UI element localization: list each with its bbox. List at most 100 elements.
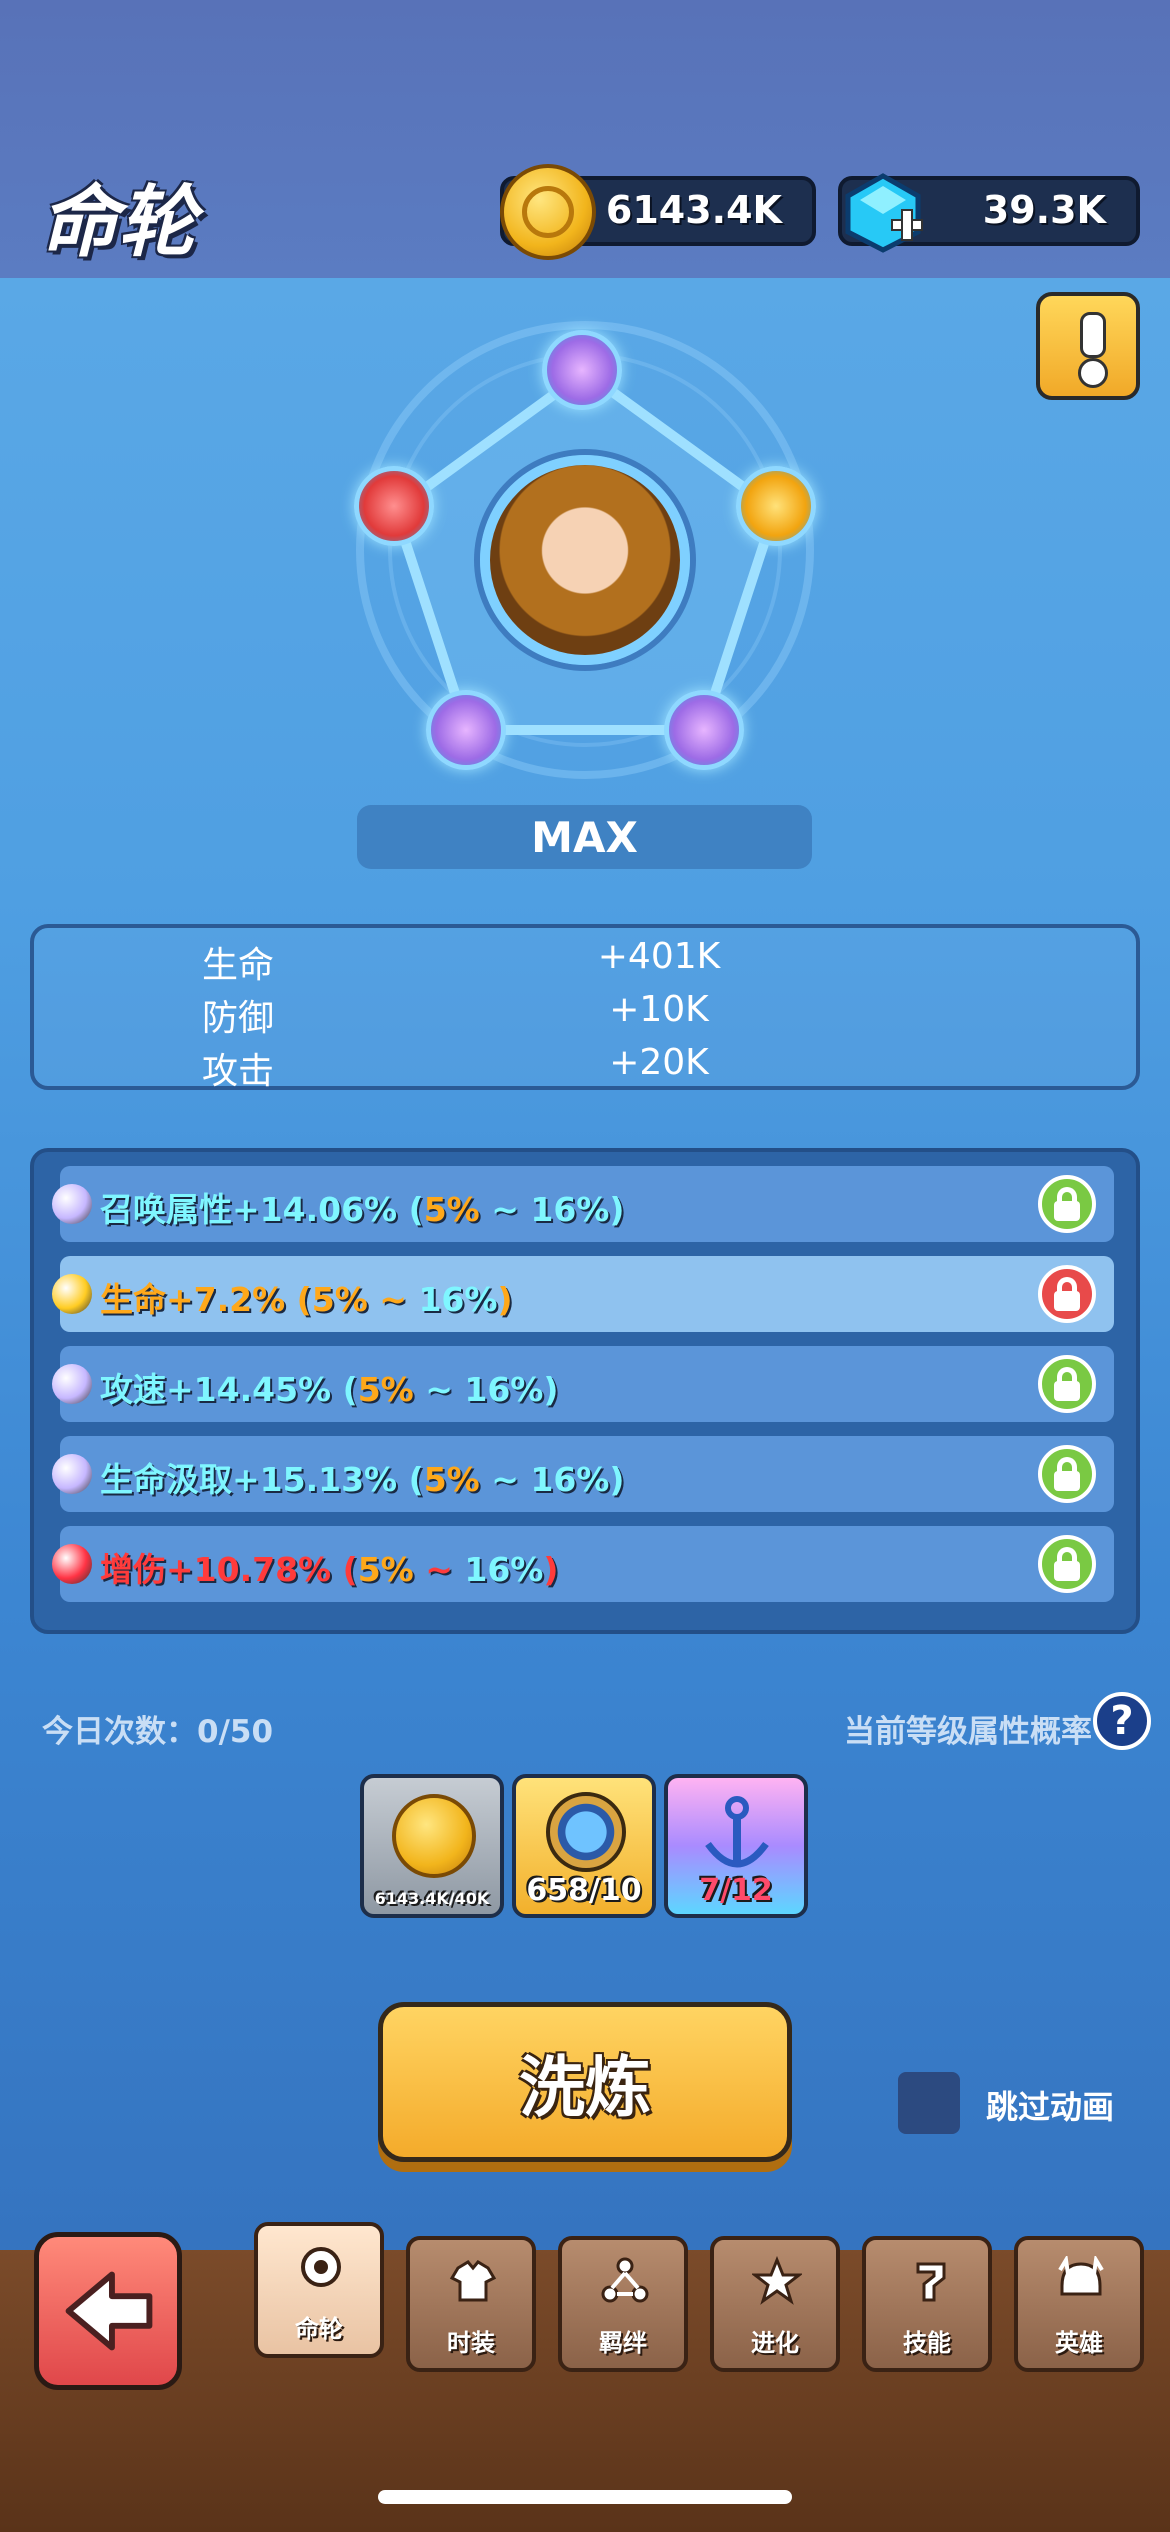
tab-label: 时装 xyxy=(447,2329,495,2357)
attribute-name: 增伤 xyxy=(100,1550,166,1589)
daily-count: 今日次数：0/50 xyxy=(42,1714,274,1750)
hero-helmet-icon xyxy=(1058,2256,1104,2296)
bond-icon xyxy=(601,2257,649,2303)
evolve-icon xyxy=(752,2256,802,2305)
attribute-max: 16% xyxy=(418,1280,498,1319)
attribute-row[interactable]: 生命+7.2% (5% ~ 16%) xyxy=(52,1256,1114,1332)
lock-icon[interactable] xyxy=(1038,1535,1096,1593)
attribute-row[interactable]: 生命汲取+15.13% (5% ~ 16%) xyxy=(52,1436,1114,1512)
skip-animation-label: 跳过动画 xyxy=(986,2088,1115,2126)
tab-outfit[interactable]: 时装 xyxy=(406,2236,536,2372)
attribute-max: 16% xyxy=(464,1370,544,1409)
attribute-min: 5% xyxy=(423,1190,480,1229)
arrow-left-icon xyxy=(65,2271,153,2351)
gem-icon xyxy=(52,1364,92,1404)
outfit-icon xyxy=(449,2260,497,2302)
attribute-value: +15.13% xyxy=(232,1460,398,1499)
stat-value: +10K xyxy=(609,989,709,1030)
level-bar: MAX xyxy=(357,805,812,869)
attribute-row[interactable]: 增伤+10.78% (5% ~ 16%) xyxy=(52,1526,1114,1602)
attribute-row[interactable]: 攻速+14.45% (5% ~ 16%) xyxy=(52,1346,1114,1422)
cost-text: 658/10 xyxy=(526,1873,642,1908)
tab-label: 羁绊 xyxy=(599,2329,647,2357)
stat-label: 防御 xyxy=(202,998,275,1039)
rune-orb-purple-right[interactable] xyxy=(664,690,744,770)
gem-icon xyxy=(52,1184,92,1224)
stats-panel: 生命 +401K 防御 +10K 攻击 +20K xyxy=(30,924,1140,1092)
attribute-text: 生命汲取+15.13% (5% ~ 16%) xyxy=(100,1460,625,1499)
rune-orb-red[interactable] xyxy=(354,466,434,546)
page-title: 命轮 xyxy=(40,178,197,268)
gem-counter[interactable]: 39.3K xyxy=(838,173,1140,253)
stat-row: 防御 +10K xyxy=(34,989,1136,1039)
attribute-max: 16% xyxy=(464,1550,544,1589)
coin-icon xyxy=(500,164,596,260)
tab-wheel[interactable]: 命轮 xyxy=(254,2222,384,2358)
tab-label: 命轮 xyxy=(295,2315,343,2343)
stat-value: +20K xyxy=(609,1042,709,1083)
cost-text: 7/12 xyxy=(699,1873,773,1908)
lock-icon[interactable] xyxy=(1038,1175,1096,1233)
cost-text: 6143.4K/40K xyxy=(374,1889,490,1908)
help-button[interactable]: ? xyxy=(1093,1692,1151,1750)
coin-icon xyxy=(392,1794,476,1878)
cost-compass: 658/10 xyxy=(512,1774,656,1918)
stat-label: 生命 xyxy=(202,945,275,986)
skip-animation-checkbox[interactable] xyxy=(898,2072,960,2134)
attribute-min: 5% xyxy=(311,1280,368,1319)
tab-skill[interactable]: 技能 xyxy=(862,2236,992,2372)
wheel-icon xyxy=(301,2247,341,2287)
cost-anchor: 7/12 xyxy=(664,1774,808,1918)
attribute-name: 攻速 xyxy=(100,1370,166,1409)
cost-coin: 6143.4K/40K xyxy=(360,1774,504,1918)
gem-icon xyxy=(52,1544,92,1584)
hero-portrait xyxy=(480,455,690,665)
attribute-text: 生命+7.2% (5% ~ 16%) xyxy=(100,1280,513,1319)
back-button[interactable] xyxy=(34,2232,182,2390)
home-indicator xyxy=(378,2490,792,2504)
attribute-min: 5% xyxy=(423,1460,480,1499)
attributes-panel: 召唤属性+14.06% (5% ~ 16%) 生命+7.2% (5% ~ 16%… xyxy=(30,1148,1140,1634)
lock-icon[interactable] xyxy=(1038,1265,1096,1323)
coin-counter[interactable]: 6143.4K xyxy=(500,164,816,260)
gem-icon xyxy=(52,1454,92,1494)
lock-icon[interactable] xyxy=(1038,1355,1096,1413)
lock-icon[interactable] xyxy=(1038,1445,1096,1503)
gem-plus-icon xyxy=(845,173,923,253)
gem-icon xyxy=(52,1274,92,1314)
anchor-icon xyxy=(702,1796,772,1876)
tab-label: 技能 xyxy=(903,2329,951,2357)
tab-evolve[interactable]: 进化 xyxy=(710,2236,840,2372)
attribute-text: 攻速+14.45% (5% ~ 16%) xyxy=(100,1370,559,1409)
tab-bond[interactable]: 羁绊 xyxy=(558,2236,688,2372)
stat-value: +401K xyxy=(597,936,721,977)
attribute-value: +14.06% xyxy=(232,1190,398,1229)
tab-hero[interactable]: 英雄 xyxy=(1014,2236,1144,2372)
attribute-text: 召唤属性+14.06% (5% ~ 16%) xyxy=(100,1190,625,1229)
attribute-max: 16% xyxy=(530,1190,610,1229)
tab-label: 进化 xyxy=(751,2329,799,2357)
rune-orb-purple-left[interactable] xyxy=(426,690,506,770)
attribute-row[interactable]: 召唤属性+14.06% (5% ~ 16%) xyxy=(52,1166,1114,1242)
stat-row: 攻击 +20K xyxy=(34,1042,1136,1092)
refine-button[interactable]: 洗炼 xyxy=(378,2002,792,2162)
compass-icon xyxy=(546,1792,626,1872)
rune-orb-purple-top[interactable] xyxy=(542,330,622,410)
level-text: MAX xyxy=(531,812,638,862)
attribute-min: 5% xyxy=(357,1550,414,1589)
attribute-name: 生命汲取 xyxy=(100,1460,232,1499)
attribute-value: +14.45% xyxy=(166,1370,332,1409)
coin-amount: 6143.4K xyxy=(605,188,782,232)
rune-orb-gold[interactable] xyxy=(736,466,816,546)
skill-icon xyxy=(916,2262,946,2302)
attribute-name: 生命 xyxy=(100,1280,166,1319)
attribute-value: +10.78% xyxy=(166,1550,332,1589)
gem-amount: 39.3K xyxy=(982,188,1106,232)
attribute-max: 16% xyxy=(530,1460,610,1499)
refine-label: 洗炼 xyxy=(519,2049,651,2126)
tab-label: 英雄 xyxy=(1055,2329,1103,2357)
probability-link[interactable]: 当前等级属性概率 xyxy=(844,1706,1092,1751)
info-button[interactable] xyxy=(1036,292,1140,400)
stat-label: 攻击 xyxy=(202,1051,275,1092)
attribute-value: +7.2% xyxy=(166,1280,286,1319)
